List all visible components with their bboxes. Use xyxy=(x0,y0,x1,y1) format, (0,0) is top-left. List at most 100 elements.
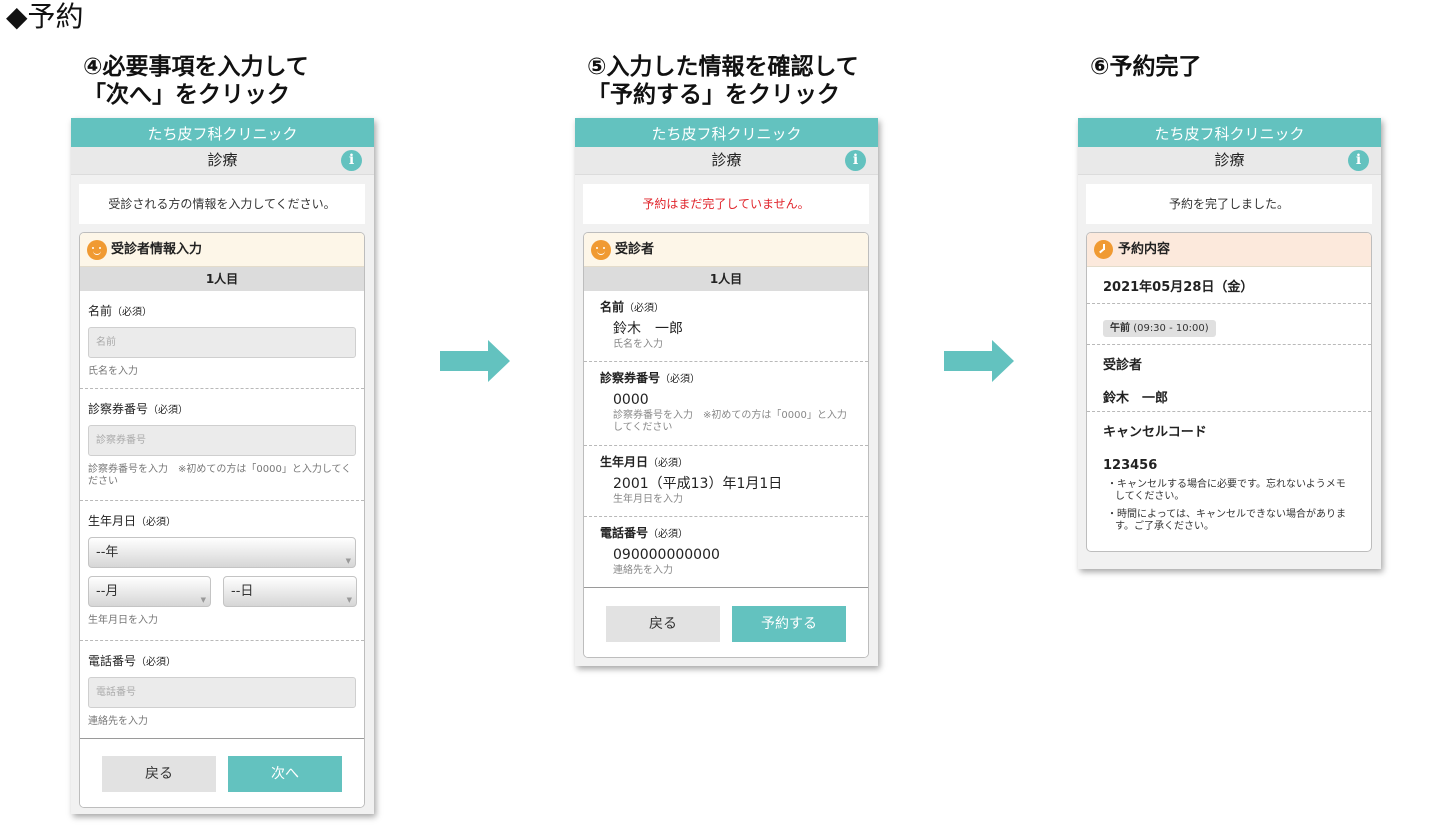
field-value: 鈴木 一郎 xyxy=(613,321,683,337)
step-6-label: ⑥予約完了 xyxy=(1090,53,1201,81)
card-title: 受診者情報入力 xyxy=(111,242,203,257)
cancel-code-label: キャンセルコード xyxy=(1103,425,1207,440)
clinic-header: たち皮フ科クリニック xyxy=(1078,118,1381,147)
required-mark: （必須） xyxy=(112,307,153,318)
date-row: 2021年05月28日（金） xyxy=(1087,267,1371,304)
field-label-text: 電話番号 xyxy=(600,526,649,540)
person-index: 1人目 xyxy=(80,267,364,291)
section-title: ◆予約 xyxy=(6,0,84,33)
card-header: 予約内容 xyxy=(1087,233,1371,267)
screen-confirm: たち皮フ科クリニック 診療 i 予約はまだ完了していません。 受診者 1人目 名… xyxy=(575,118,878,666)
reserve-button[interactable]: 予約する xyxy=(732,606,846,642)
required-mark: （必須） xyxy=(648,529,689,540)
birthday-field: 生年月日（必須） --年 ▼ --月 ▼ --日 ▼ 生年月日を入力 xyxy=(80,501,364,641)
step-4-label: ④必要事項を入力して 「次へ」をクリック xyxy=(83,53,309,109)
birthday-label-text: 生年月日 xyxy=(88,514,137,528)
field-label-text: 生年月日 xyxy=(600,455,649,469)
sub-title: 診療 xyxy=(711,151,742,169)
button-row: 戻る 次へ xyxy=(80,739,364,807)
back-button[interactable]: 戻る xyxy=(606,606,720,642)
card-number-input[interactable]: 診察券番号 xyxy=(88,425,356,456)
clock-icon xyxy=(1094,240,1113,259)
card-number-hint: 診察券番号を入力 ※初めての方は「0000」と入力してください xyxy=(88,464,352,487)
sub-header: 診療 i xyxy=(1078,147,1381,175)
info-icon[interactable]: i xyxy=(341,150,362,171)
name-field: 名前（必須） 名前 氏名を入力 xyxy=(80,291,364,389)
cancel-code: 123456 xyxy=(1103,458,1158,473)
step-5-line1: ⑤入力した情報を確認して xyxy=(587,54,859,80)
field-value: 2001（平成13）年1月1日 xyxy=(613,476,783,492)
patient-confirm-card: 受診者 1人目 名前（必須） 鈴木 一郎 氏名を入力 診察券番号（必須） 000… xyxy=(583,232,869,658)
name-label: 名前（必須） xyxy=(88,303,356,321)
phone-field: 電話番号（必須） 電話番号 連絡先を入力 xyxy=(80,641,364,739)
smiley-icon xyxy=(87,240,107,260)
confirm-card-number: 診察券番号（必須） 0000 診察券番号を入力 ※初めての方は「0000」と入力… xyxy=(584,362,868,446)
cancel-note-1: ・キャンセルする場合に必要です。忘れないようメモしてください。 xyxy=(1107,479,1346,502)
chevron-down-icon: ▼ xyxy=(346,596,352,604)
day-select-value: --日 xyxy=(231,584,254,599)
right-arrow-icon xyxy=(440,340,510,382)
cancel-code-section: キャンセルコード 123456 ・キャンセルする場合に必要です。忘れないようメモ… xyxy=(1087,412,1371,533)
required-mark: （必須） xyxy=(624,303,665,314)
info-icon[interactable]: i xyxy=(845,150,866,171)
card-header: 受診者情報入力 xyxy=(80,233,364,267)
name-input[interactable]: 名前 xyxy=(88,327,356,358)
field-hint: 連絡先を入力 xyxy=(613,565,673,576)
info-icon[interactable]: i xyxy=(1348,150,1369,171)
card-number-label-text: 診察券番号 xyxy=(88,402,149,416)
next-button[interactable]: 次へ xyxy=(228,756,342,792)
confirm-birthday: 生年月日（必須） 2001（平成13）年1月1日 生年月日を入力 xyxy=(584,446,868,517)
notice: 受診される方の情報を入力してください。 xyxy=(79,184,365,224)
person-index: 1人目 xyxy=(584,267,868,291)
month-select-value: --月 xyxy=(96,584,119,599)
right-arrow-icon xyxy=(944,340,1014,382)
field-label-text: 診察券番号 xyxy=(600,371,661,385)
time-slot-row: 午前 (09:30 - 10:00) xyxy=(1087,304,1371,345)
cancel-note-2: ・時間によっては、キャンセルできない場合があります。ご了承ください。 xyxy=(1107,509,1346,532)
card-header: 受診者 xyxy=(584,233,868,267)
phone-input[interactable]: 電話番号 xyxy=(88,677,356,708)
reservation-date: 2021年05月28日（金） xyxy=(1103,280,1254,295)
field-hint: 生年月日を入力 xyxy=(613,494,683,505)
year-select-value: --年 xyxy=(96,545,119,560)
sub-title: 診療 xyxy=(207,151,238,169)
phone-label-text: 電話番号 xyxy=(88,654,137,668)
slot-period: 午前 xyxy=(1110,323,1130,334)
sub-header: 診療 i xyxy=(575,147,878,175)
year-select[interactable]: --年 ▼ xyxy=(88,537,356,568)
required-mark: （必須） xyxy=(136,517,177,528)
card-number-label: 診察券番号（必須） xyxy=(88,401,356,419)
step-5-label: ⑤入力した情報を確認して 「予約する」をクリック xyxy=(587,53,859,109)
confirm-phone: 電話番号（必須） 090000000000 連絡先を入力 xyxy=(584,517,868,588)
phone-label: 電話番号（必須） xyxy=(88,653,356,671)
required-mark: （必須） xyxy=(660,374,701,385)
reservation-details-card: 予約内容 2021年05月28日（金） 午前 (09:30 - 10:00) 受… xyxy=(1086,232,1372,552)
card-title: 予約内容 xyxy=(1118,242,1171,257)
screen-input: たち皮フ科クリニック 診療 i 受診される方の情報を入力してください。 受診者情… xyxy=(71,118,374,814)
card-number-field: 診察券番号（必須） 診察券番号 診察券番号を入力 ※初めての方は「0000」と入… xyxy=(80,389,364,501)
name-hint: 氏名を入力 xyxy=(88,366,138,377)
patient-input-card: 受診者情報入力 1人目 名前（必須） 名前 氏名を入力 診察券番号（必須） 診察… xyxy=(79,232,365,808)
birthday-label: 生年月日（必須） xyxy=(88,513,356,531)
step-6-line1: ⑥予約完了 xyxy=(1090,54,1202,80)
time-slot-badge: 午前 (09:30 - 10:00) xyxy=(1103,320,1216,337)
complete-notice: 予約を完了しました。 xyxy=(1086,184,1372,224)
field-label: 生年月日（必須） xyxy=(600,452,852,474)
phone-hint: 連絡先を入力 xyxy=(88,716,148,727)
screen-complete: たち皮フ科クリニック 診療 i 予約を完了しました。 予約内容 2021年05月… xyxy=(1078,118,1381,569)
field-value: 0000 xyxy=(613,392,649,408)
back-button[interactable]: 戻る xyxy=(102,756,216,792)
confirm-name: 名前（必須） 鈴木 一郎 氏名を入力 xyxy=(584,291,868,362)
slot-time: (09:30 - 10:00) xyxy=(1133,323,1209,334)
chevron-down-icon: ▼ xyxy=(200,596,206,604)
step-5-line2: 「予約する」をクリック xyxy=(587,82,840,108)
day-select[interactable]: --日 ▼ xyxy=(223,576,357,607)
step-4-line1: ④必要事項を入力して xyxy=(83,54,309,80)
month-select[interactable]: --月 ▼ xyxy=(88,576,211,607)
card-title: 受診者 xyxy=(615,242,655,257)
sub-title: 診療 xyxy=(1214,151,1245,169)
field-label: 名前（必須） xyxy=(600,297,852,319)
required-mark: （必須） xyxy=(148,405,189,416)
button-row: 戻る 予約する xyxy=(584,589,868,657)
field-value: 090000000000 xyxy=(613,547,720,563)
